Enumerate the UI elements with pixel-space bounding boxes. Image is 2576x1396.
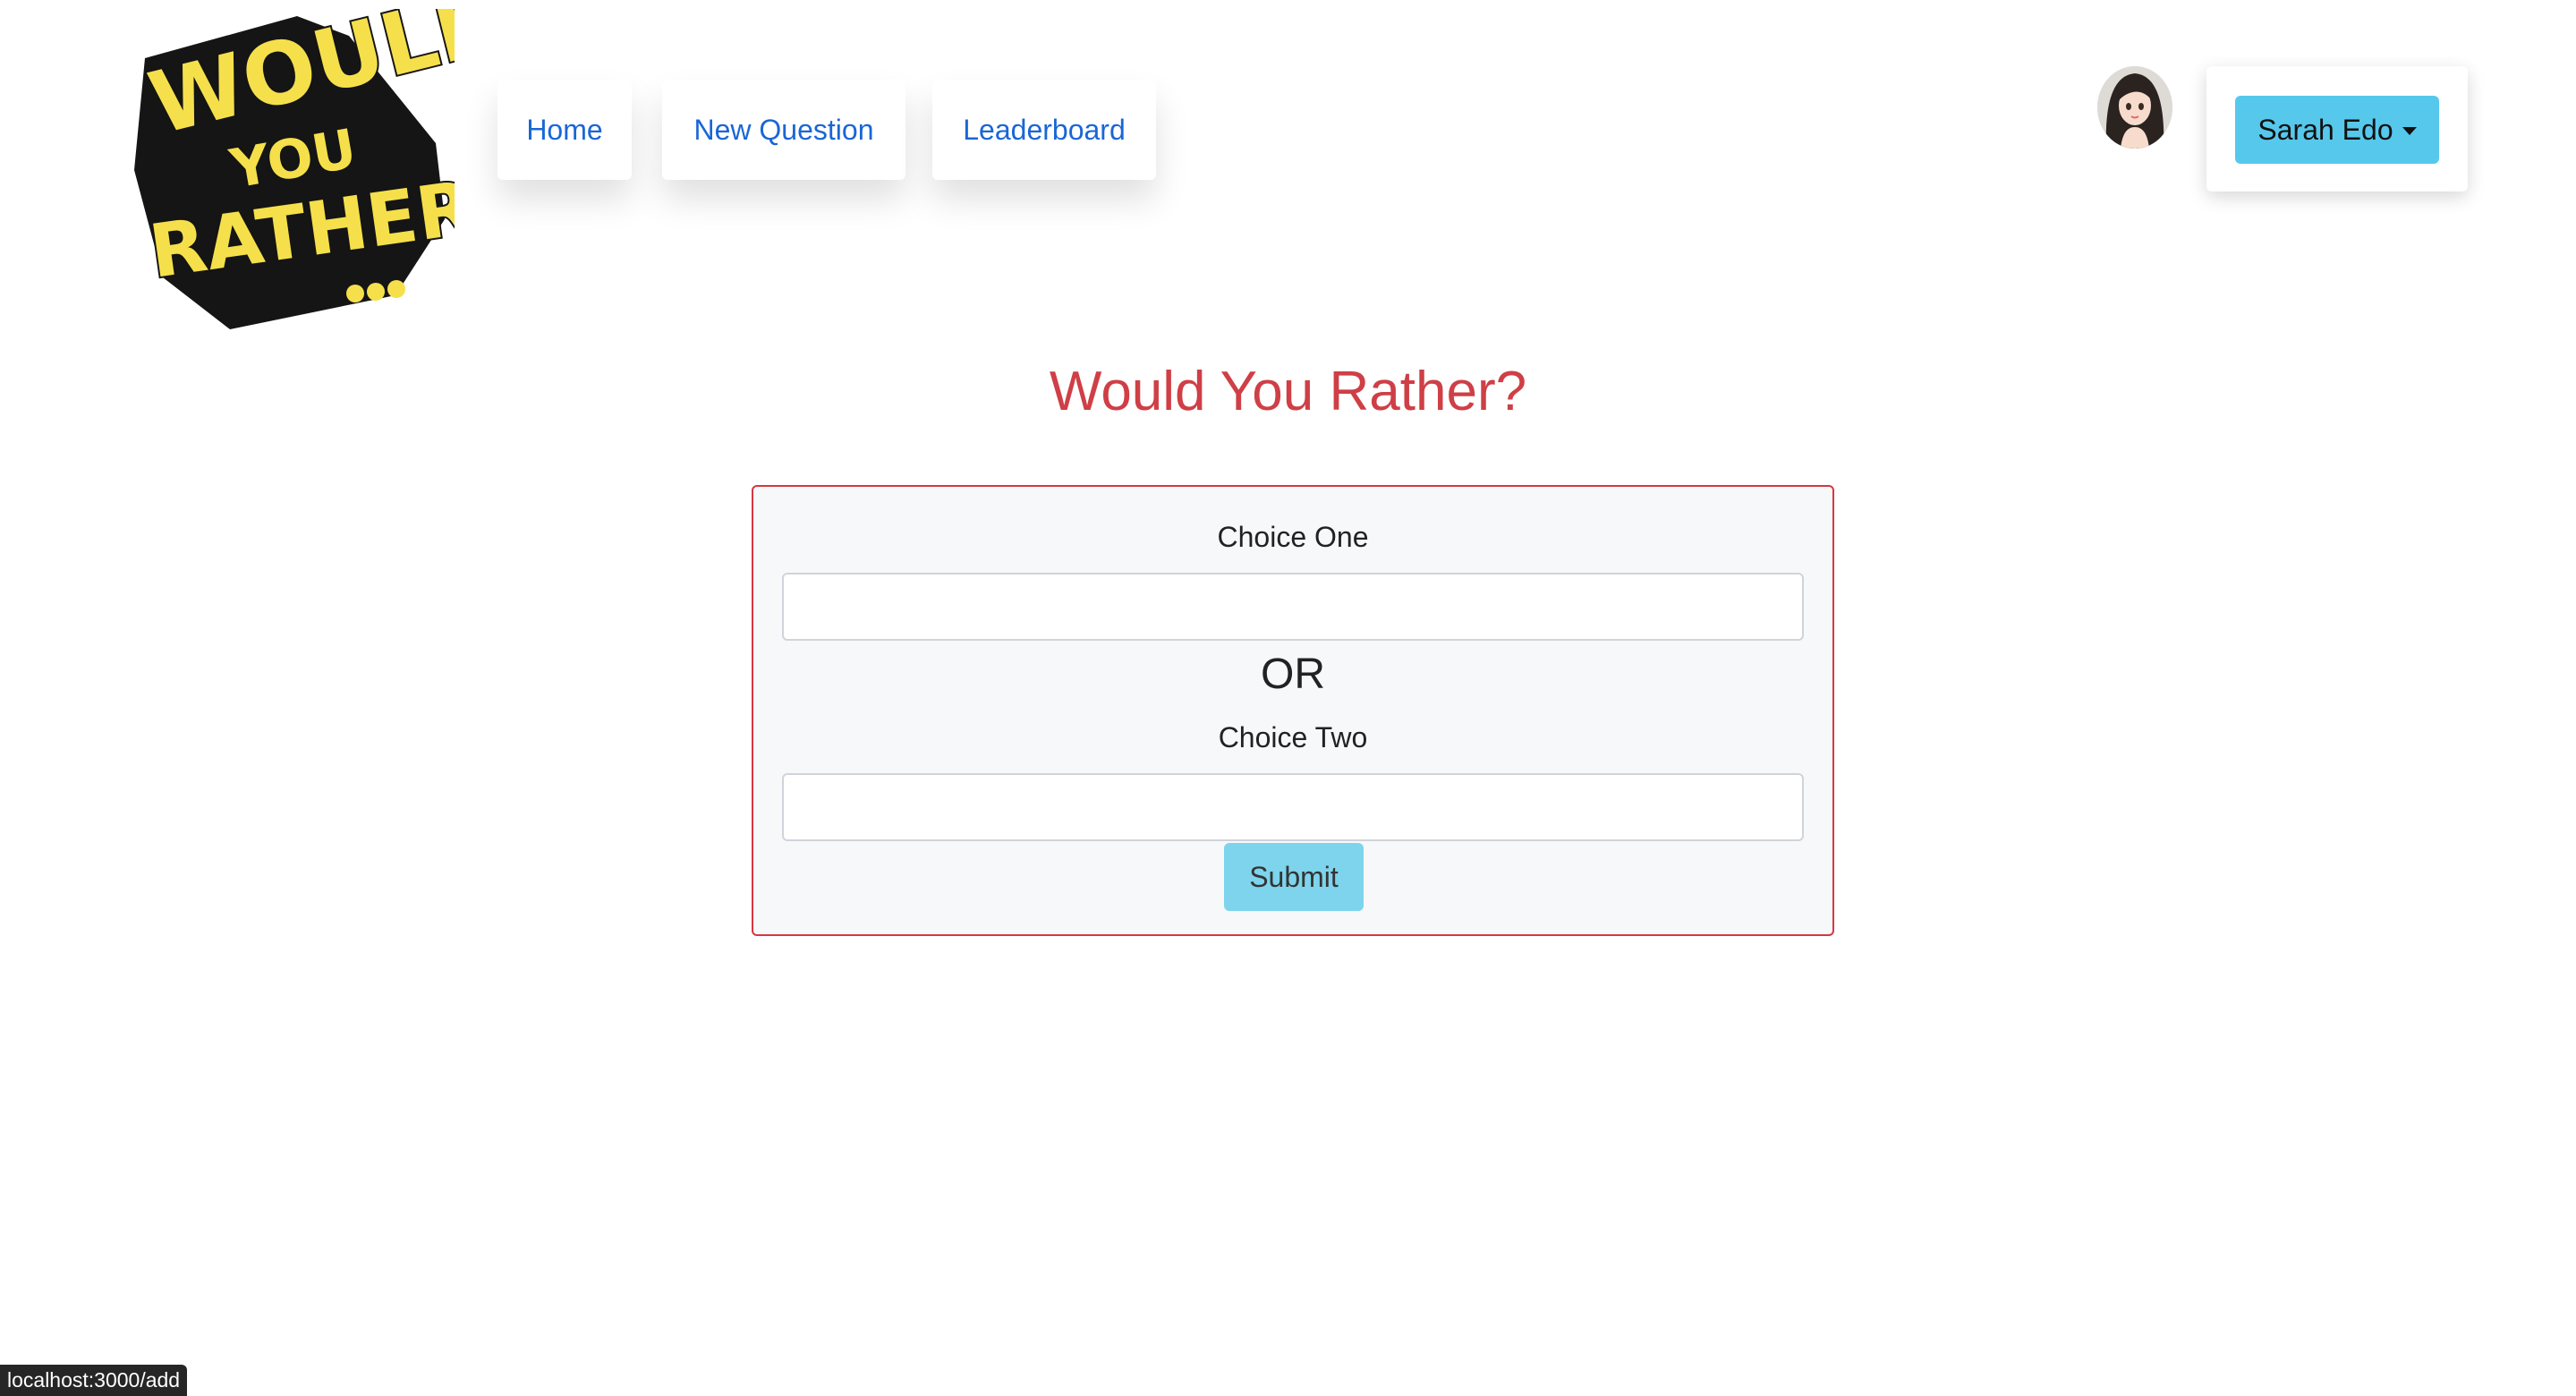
nav-new-question-link[interactable]: New Question	[662, 80, 905, 180]
nav-leaderboard-label: Leaderboard	[963, 113, 1126, 146]
submit-button[interactable]: Submit	[1224, 843, 1364, 911]
page: WOULD YOU RATHER? Home New Question Lead…	[0, 0, 2576, 1396]
user-menu-container: Sarah Edo	[2206, 66, 2468, 192]
choice-one-label: Choice One	[1217, 521, 1369, 553]
caret-down-icon	[2402, 126, 2417, 135]
choice-two-input[interactable]	[782, 773, 1804, 841]
choice-one-input[interactable]	[782, 573, 1804, 641]
page-title: Would You Rather?	[1049, 361, 1527, 422]
or-divider: OR	[1261, 651, 1325, 698]
would-you-rather-logo[interactable]: WOULD YOU RATHER?	[127, 0, 523, 333]
nav-home-link[interactable]: Home	[497, 80, 632, 180]
link-preview-status-bar: localhost:3000/add	[0, 1365, 188, 1396]
choice-two-label: Choice Two	[1218, 721, 1368, 753]
user-name: Sarah Edo	[2257, 113, 2393, 146]
user-avatar	[2097, 66, 2172, 149]
new-question-form: Choice One OR Choice Two Submit	[752, 485, 1834, 936]
user-dropdown-button[interactable]: Sarah Edo	[2235, 96, 2439, 164]
nav-home-label: Home	[526, 113, 603, 146]
nav-leaderboard-link[interactable]: Leaderboard	[932, 80, 1156, 180]
nav-new-question-label: New Question	[693, 113, 874, 146]
